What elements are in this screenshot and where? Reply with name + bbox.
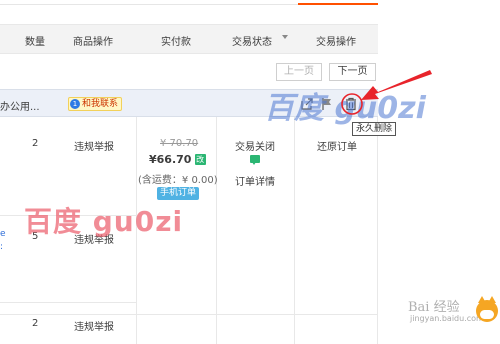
watermark-red: 百度 gu0zi [24,205,184,238]
mascot-face [480,310,494,319]
active-tab-indicator [298,3,378,5]
col-quantity: 数量 [25,37,45,48]
price-modified-badge: 改 [194,154,206,165]
col-status[interactable]: 交易状态 [232,33,272,48]
item-qty: 2 [32,138,39,149]
wangwang-badge-icon: 1 [70,99,80,109]
baidu-jingyan-logo: Bai 经验 jingyan.baidu.com [380,290,500,344]
seller-name[interactable]: 办公用... [0,98,40,113]
paid-amount: ¥66.70 改 [149,153,206,166]
contact-label: 和我联系 [82,99,119,109]
restore-order-link[interactable]: 还原订单 [317,138,357,153]
trade-status: 交易关闭 [235,142,275,153]
delete-tooltip: 永久删除 [352,122,397,136]
order-detail-link[interactable]: 订单详情 [235,173,275,188]
grid-line [216,117,217,344]
baidu-logo-url: jingyan.baidu.com [410,314,484,323]
truncated-item-link[interactable]: e [0,229,6,239]
watermark-blue: 百度 gu0zi [264,91,426,126]
order-divider [0,314,378,315]
next-page-button[interactable]: 下一页 [329,63,376,81]
shipping-fee: (含运费：¥ 0.00) [138,175,218,186]
row-divider [0,302,136,303]
col-paid: 实付款 [161,37,191,48]
top-tab-line [0,0,500,10]
truncated-item-link[interactable]: : [0,242,3,252]
table-header: 数量 商品操作 实付款 交易状态 交易操作 [0,24,378,54]
original-price: ¥ 70.70 [160,138,199,149]
grid-line [377,117,378,344]
mobile-order-tag: 手机订单 [157,187,200,200]
contact-seller-button[interactable]: 1 和我联系 [68,97,123,111]
report-violation-link[interactable]: 违规举报 [74,318,114,333]
col-item-actions: 商品操作 [73,37,113,48]
chat-icon[interactable] [250,155,260,165]
grid-line [294,117,295,344]
item-qty: 2 [32,318,39,329]
baidu-logo-title: Bai 经验 [408,300,460,315]
report-violation-link[interactable]: 违规举报 [74,138,114,153]
paid-price: ¥66.70 [149,153,192,166]
col-order-actions: 交易操作 [316,37,356,48]
status-filter-caret-icon[interactable] [282,35,288,39]
tab-divider [0,4,298,5]
prev-page-button[interactable]: 上一页 [276,63,322,81]
